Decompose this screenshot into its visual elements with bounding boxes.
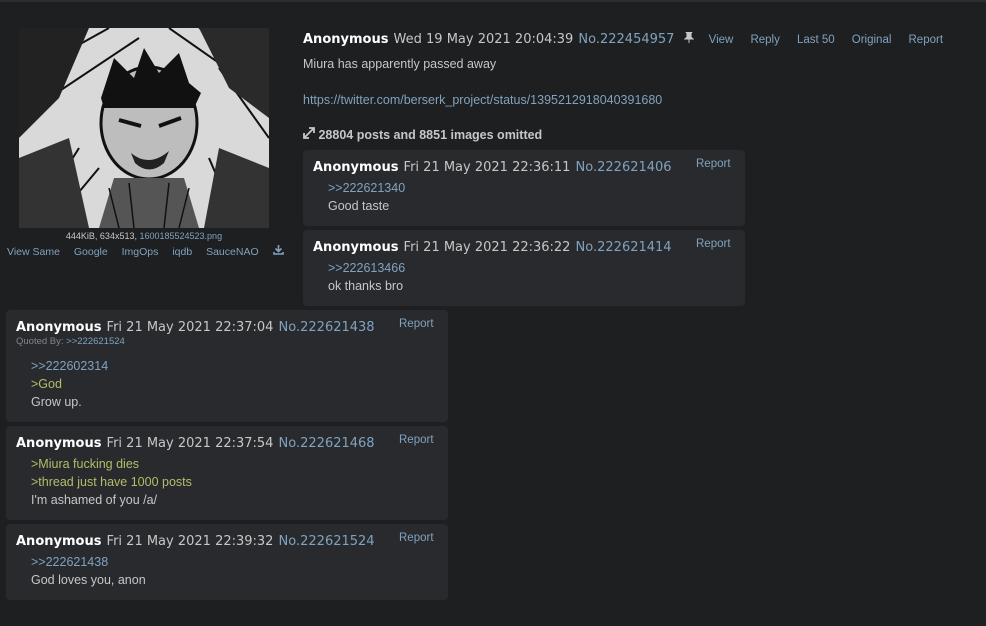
- op-thumbnail-image[interactable]: [19, 28, 269, 228]
- quote-link[interactable]: >>222613466: [328, 261, 405, 275]
- poster-name: Anonymous: [313, 160, 399, 175]
- post-text: Good taste: [328, 199, 390, 213]
- reply-post: Anonymous Fri 21 May 2021 22:39:32 No.22…: [6, 524, 448, 600]
- post-header: Anonymous Fri 21 May 2021 22:39:32 No.22…: [16, 530, 375, 549]
- original-button[interactable]: Original: [852, 34, 892, 46]
- expand-arrows-icon[interactable]: [303, 127, 318, 142]
- pin-icon: [683, 28, 699, 47]
- omitted-text: 28804 posts and 8851 images omitted: [318, 128, 543, 142]
- report-button[interactable]: Report: [399, 434, 434, 446]
- op-text: Miura has apparently passed away: [303, 57, 497, 71]
- file-name-link[interactable]: 1600185524523.png: [139, 231, 222, 241]
- poster-name: Anonymous: [16, 320, 102, 335]
- report-button[interactable]: Report: [399, 532, 434, 544]
- op-post-body: Miura has apparently passed away https:/…: [303, 55, 963, 109]
- reply-post: Anonymous Fri 21 May 2021 22:36:11 No.22…: [303, 150, 745, 226]
- poster-name: Anonymous: [313, 240, 399, 255]
- post-number[interactable]: No.222621406: [576, 160, 672, 175]
- quote-link[interactable]: >>222621340: [328, 181, 405, 195]
- poster-name: Anonymous: [16, 436, 102, 451]
- post-header: Anonymous Fri 21 May 2021 22:36:11 No.22…: [313, 156, 672, 175]
- last-50-button[interactable]: Last 50: [797, 34, 835, 46]
- quote-link[interactable]: >>222602314: [31, 359, 108, 373]
- reply-button[interactable]: Reply: [750, 34, 779, 46]
- post-date: Fri 21 May 2021 22:36:22: [403, 240, 571, 255]
- post-date: Fri 21 May 2021 22:37:54: [106, 436, 274, 451]
- reply-post: Anonymous Fri 21 May 2021 22:37:04 No.22…: [6, 310, 448, 422]
- post-number[interactable]: No.222454957: [578, 32, 674, 47]
- quoted-by: Quoted By: >>222621524: [16, 336, 125, 347]
- greentext: >thread just have 1000 posts: [31, 475, 192, 489]
- post-header: Anonymous Fri 21 May 2021 22:36:22 No.22…: [313, 236, 672, 255]
- post-body: >Miura fucking dies >thread just have 10…: [31, 455, 192, 509]
- post-number[interactable]: No.222621468: [279, 436, 375, 451]
- post-date: Fri 21 May 2021 22:39:32: [106, 534, 274, 549]
- quote-link[interactable]: >>222621438: [31, 555, 108, 569]
- view-button[interactable]: View: [709, 34, 734, 46]
- post-date: Wed 19 May 2021 20:04:39: [393, 32, 574, 47]
- download-icon[interactable]: [272, 245, 284, 258]
- poster-name: Anonymous: [16, 534, 102, 549]
- post-text: God loves you, anon: [31, 573, 146, 587]
- quoted-by-link[interactable]: >>222621524: [66, 336, 125, 347]
- file-size-dims: 444KiB, 634x513,: [65, 231, 137, 241]
- post-body: >>222621438 God loves you, anon: [31, 553, 146, 589]
- post-body: >>222602314 >God Grow up.: [31, 357, 108, 411]
- omitted-notice[interactable]: 28804 posts and 8851 images omitted: [303, 127, 542, 142]
- post-text: Grow up.: [31, 395, 82, 409]
- saucenao-link[interactable]: SauceNAO: [206, 246, 259, 258]
- reply-post: Anonymous Fri 21 May 2021 22:37:54 No.22…: [6, 426, 448, 520]
- report-button[interactable]: Report: [909, 34, 944, 46]
- post-date: Fri 21 May 2021 22:37:04: [106, 320, 274, 335]
- post-body: >>222613466 ok thanks bro: [328, 259, 405, 295]
- greentext: >God: [31, 377, 62, 391]
- google-search-link[interactable]: Google: [74, 246, 108, 258]
- op-post-header: Anonymous Wed 19 May 2021 20:04:39 No.22…: [303, 28, 943, 47]
- post-text: I'm ashamed of you /a/: [31, 493, 158, 507]
- reply-post: Anonymous Fri 21 May 2021 22:36:22 No.22…: [303, 230, 745, 306]
- post-header: Anonymous Fri 21 May 2021 22:37:54 No.22…: [16, 432, 375, 451]
- image-search-links: View Same Google ImgOps iqdb SauceNAO: [7, 245, 284, 258]
- post-number[interactable]: No.222621414: [576, 240, 672, 255]
- quoted-by-label: Quoted By:: [16, 336, 64, 347]
- view-same-link[interactable]: View Same: [7, 246, 60, 258]
- imgops-link[interactable]: ImgOps: [122, 246, 159, 258]
- report-button[interactable]: Report: [696, 158, 731, 170]
- op-file-info: 444KiB, 634x513, 1600185524523.png: [0, 231, 288, 241]
- iqdb-link[interactable]: iqdb: [172, 246, 192, 258]
- top-border: [0, 0, 986, 2]
- post-header: Anonymous Fri 21 May 2021 22:37:04 No.22…: [16, 316, 375, 335]
- greentext: >Miura fucking dies: [31, 457, 140, 471]
- twitter-link[interactable]: https://twitter.com/berserk_project/stat…: [303, 93, 662, 107]
- post-number[interactable]: No.222621524: [279, 534, 375, 549]
- report-button[interactable]: Report: [399, 318, 434, 330]
- post-number[interactable]: No.222621438: [279, 320, 375, 335]
- report-button[interactable]: Report: [696, 238, 731, 250]
- post-text: ok thanks bro: [328, 279, 404, 293]
- post-date: Fri 21 May 2021 22:36:11: [403, 160, 571, 175]
- poster-name: Anonymous: [303, 32, 389, 47]
- post-body: >>222621340 Good taste: [328, 179, 405, 215]
